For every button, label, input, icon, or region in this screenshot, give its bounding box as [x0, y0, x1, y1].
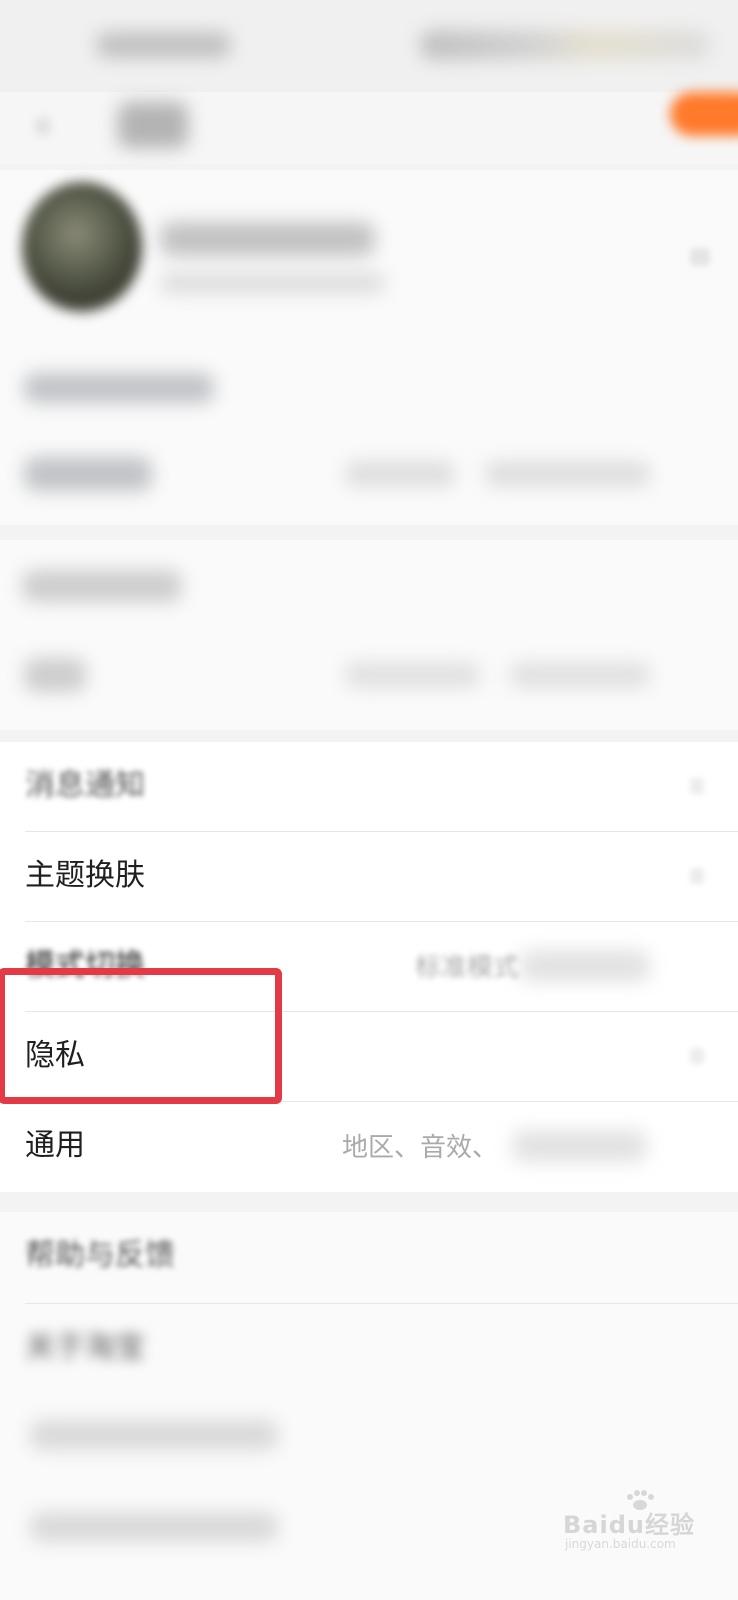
blurred-row-label[interactable] [24, 457, 152, 491]
chevron-right-icon [690, 868, 704, 884]
status-bar [0, 0, 738, 92]
settings-item-help-feedback[interactable]: 帮助与反馈 [0, 1212, 738, 1302]
settings-item-notifications[interactable]: 消息通知 [0, 742, 738, 832]
settings-item-label: 主题换肤 [25, 858, 145, 893]
chevron-right-icon [690, 248, 710, 266]
settings-group: 消息通知 主题换肤 模式切换 标准模式 隐私 通用 地区、音效、 [0, 742, 738, 1192]
blurred-row-label[interactable] [24, 658, 86, 692]
header: ‹ [0, 92, 738, 164]
settings-item-general[interactable]: 通用 地区、音效、 [0, 1102, 738, 1192]
profile-card[interactable] [0, 170, 738, 345]
orange-badge-blurred[interactable] [670, 92, 738, 136]
blurred-settings-group-2 [0, 540, 738, 730]
blurred-settings-group-1 [0, 345, 738, 525]
highlight-box [0, 968, 282, 1104]
chevron-right-icon [690, 778, 704, 794]
watermark-brand: Baidu经验 [563, 1511, 695, 1539]
blurred-row-value [485, 461, 650, 487]
settings-item-theme[interactable]: 主题换肤 [0, 832, 738, 922]
blurred-row-label[interactable] [22, 570, 182, 602]
settings-item-label: 帮助与反馈 [25, 1238, 175, 1273]
settings-item-label: 通用 [25, 1128, 85, 1163]
watermark: Baidu经验 jingyan.baidu.com [555, 1490, 725, 1551]
settings-item-value: 标准模式 [415, 953, 520, 983]
settings-item-label: 关于淘宝 [25, 1330, 145, 1365]
blurred-row-label[interactable] [30, 1420, 278, 1450]
settings-item-value-blurred [512, 1130, 647, 1162]
blurred-row-value [345, 662, 480, 688]
status-time-blurred [96, 32, 231, 58]
settings-item-value: 地区、音效、 [342, 1133, 499, 1163]
chevron-right-icon [690, 1048, 704, 1064]
chevron-left-icon[interactable]: ‹ [36, 108, 70, 142]
blurred-row-value [510, 662, 650, 688]
blurred-row-label[interactable] [30, 1512, 278, 1542]
watermark-url: jingyan.baidu.com [565, 1537, 676, 1551]
page-title-blurred [118, 102, 188, 148]
settings-item-label: 消息通知 [25, 768, 145, 803]
profile-subtitle-blurred [160, 272, 385, 294]
avatar[interactable] [22, 182, 142, 312]
settings-item-about[interactable]: 关于淘宝 [0, 1304, 738, 1394]
status-icons-blurred [420, 30, 710, 60]
blurred-row-label[interactable] [24, 373, 214, 403]
settings-item-value-blurred [520, 950, 650, 982]
profile-name-blurred [160, 222, 375, 256]
blurred-row-value [345, 461, 455, 487]
